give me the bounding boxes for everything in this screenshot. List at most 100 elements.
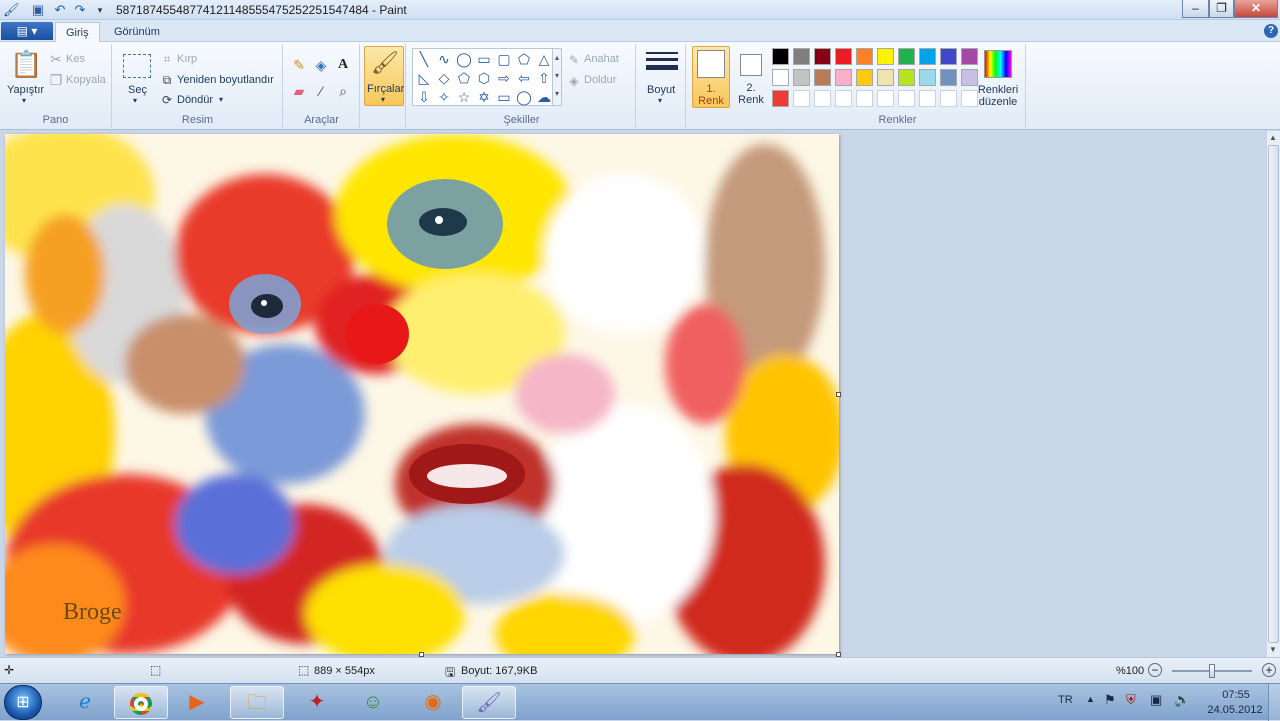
tab-view[interactable]: Görünüm (104, 22, 170, 42)
color-swatch[interactable] (772, 90, 789, 107)
taskbar-messenger-icon[interactable]: ☺ (346, 686, 400, 719)
taskbar-paint-icon[interactable]: 🖌 (462, 686, 516, 719)
language-indicator[interactable]: TR (1058, 694, 1073, 706)
taskbar-explorer-icon[interactable]: 🗀 (230, 686, 284, 719)
paste-icon[interactable]: 📋 (10, 48, 42, 80)
color-swatch[interactable] (856, 69, 873, 86)
color1-button[interactable]: 1. Renk (692, 46, 730, 108)
zoom-slider-thumb[interactable] (1209, 664, 1215, 678)
color-swatch[interactable] (919, 48, 936, 65)
tab-home[interactable]: Giriş (55, 22, 100, 42)
fill-bucket-icon[interactable]: ◈ (312, 56, 330, 74)
color-swatch[interactable] (877, 48, 894, 65)
scroll-down-icon[interactable]: ▼ (1269, 645, 1277, 654)
pencil-icon[interactable]: ✎ (290, 56, 308, 74)
paint-app-icon[interactable]: 🖌 (3, 2, 20, 18)
oval-shape-icon[interactable]: ◯ (456, 51, 472, 67)
undo-icon[interactable]: ↶ (52, 2, 68, 18)
color-swatch[interactable] (835, 69, 852, 86)
color-picker-icon[interactable]: ⁄ (312, 82, 330, 100)
down-arrow-shape-icon[interactable]: ⇩ (416, 89, 432, 105)
zoom-slider[interactable] (1172, 664, 1252, 678)
curve-shape-icon[interactable]: ∿ (436, 51, 452, 67)
magnifier-icon[interactable]: ⌕ (334, 82, 352, 100)
taskbar-media-player-icon[interactable]: ▶ (170, 686, 224, 719)
hexagon-shape-icon[interactable]: ⬡ (476, 70, 492, 86)
color-swatch[interactable] (814, 69, 831, 86)
edit-colors-icon[interactable] (984, 50, 1012, 78)
six-point-star-shape-icon[interactable]: ✡ (476, 89, 492, 105)
color-swatch[interactable] (835, 48, 852, 65)
polygon-shape-icon[interactable]: ⬠ (516, 51, 532, 67)
rotate-dropdown-icon[interactable]: ▾ (219, 95, 223, 104)
right-triangle-shape-icon[interactable]: ◺ (416, 70, 432, 86)
five-point-star-shape-icon[interactable]: ☆ (456, 89, 472, 105)
file-menu-button[interactable]: ▤ ▾ (1, 22, 53, 40)
taskbar-chrome-icon[interactable] (114, 686, 168, 719)
eraser-icon[interactable]: ▰ (290, 82, 308, 100)
select-button[interactable]: Seç (128, 84, 147, 96)
maximize-button[interactable]: ❐ (1209, 0, 1234, 18)
color-swatch[interactable] (856, 90, 873, 107)
shapes-scroll[interactable]: ▴ ▾ ▾ (552, 48, 562, 106)
color-swatch[interactable] (772, 69, 789, 86)
size-button[interactable]: Boyut (647, 84, 675, 96)
help-icon[interactable]: ? (1264, 24, 1278, 38)
color-swatch[interactable] (919, 69, 936, 86)
quick-access-dropdown-icon[interactable]: ▾ (92, 2, 108, 18)
clock-time[interactable]: 07:55 (1214, 689, 1258, 701)
brushes-button[interactable]: 🖌 Fırçalar ▾ (364, 46, 404, 106)
resize-handle-right[interactable] (836, 392, 841, 397)
color-swatch[interactable] (919, 90, 936, 107)
copy-button[interactable]: Kopyala (66, 74, 106, 86)
cut-button[interactable]: Kes (66, 53, 85, 65)
paste-button[interactable]: Yapıştır (7, 84, 44, 96)
color-swatch[interactable] (898, 90, 915, 107)
scroll-up-icon[interactable]: ▲ (1269, 133, 1277, 142)
security-icon[interactable]: ⛨ (1126, 692, 1136, 708)
color-swatch[interactable] (814, 48, 831, 65)
select-icon[interactable] (123, 54, 151, 78)
action-center-flag-icon[interactable]: ⚑ (1104, 692, 1116, 708)
start-button[interactable]: ⊞ (4, 685, 42, 720)
save-icon[interactable]: ▣ (30, 2, 46, 18)
vertical-scrollbar[interactable]: ▲ ▼ (1266, 131, 1280, 657)
color-swatch[interactable] (814, 90, 831, 107)
color-swatch[interactable] (898, 69, 915, 86)
rectangle-shape-icon[interactable]: ▭ (476, 51, 492, 67)
paste-dropdown-icon[interactable]: ▾ (22, 96, 26, 105)
diamond-shape-icon[interactable]: ◇ (436, 70, 452, 86)
volume-icon[interactable]: 🔈 (1174, 692, 1190, 708)
color-swatch[interactable] (940, 48, 957, 65)
color-swatch[interactable] (877, 69, 894, 86)
color-swatch[interactable] (898, 48, 915, 65)
fill-button[interactable]: Doldur (584, 74, 616, 86)
up-arrow-shape-icon[interactable]: ⇧ (536, 70, 552, 86)
taskbar-firefox-icon[interactable]: ◉ (406, 686, 460, 719)
color-swatch[interactable] (940, 69, 957, 86)
edit-colors-button[interactable]: Renkleri düzenle (976, 84, 1020, 108)
redo-icon[interactable]: ↷ (72, 2, 88, 18)
color-swatch[interactable] (793, 90, 810, 107)
color2-button[interactable]: 2. Renk (734, 46, 768, 108)
resize-button[interactable]: Yeniden boyutlandır (177, 74, 274, 86)
left-arrow-shape-icon[interactable]: ⇦ (516, 70, 532, 86)
rotate-button[interactable]: Döndür (177, 94, 213, 106)
taskbar-app-icon[interactable]: ✦ (290, 686, 344, 719)
color-swatch[interactable] (856, 48, 873, 65)
pentagon-shape-icon[interactable]: ⬠ (456, 70, 472, 86)
color-swatch[interactable] (940, 90, 957, 107)
taskbar-ie-icon[interactable]: ℯ (58, 686, 112, 719)
color-swatch[interactable] (793, 48, 810, 65)
crop-button[interactable]: Kırp (177, 53, 197, 65)
close-button[interactable]: ✕ (1234, 0, 1278, 18)
network-icon[interactable]: ▣ (1150, 692, 1162, 708)
zoom-in-button[interactable]: + (1262, 663, 1276, 677)
oval-callout-shape-icon[interactable]: ◯ (516, 89, 532, 105)
right-arrow-shape-icon[interactable]: ⇨ (496, 70, 512, 86)
clock-date[interactable]: 24.05.2012 (1204, 704, 1266, 716)
size-dropdown-icon[interactable]: ▾ (658, 96, 662, 105)
outline-button[interactable]: Anahat (584, 53, 619, 65)
line-shape-icon[interactable]: ╲ (416, 51, 432, 67)
color-swatch[interactable] (877, 90, 894, 107)
